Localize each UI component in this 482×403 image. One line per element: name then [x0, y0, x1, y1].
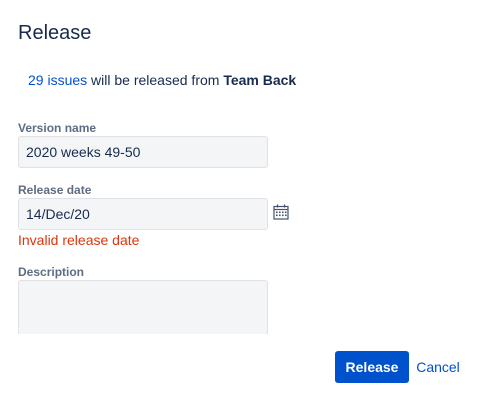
- release-dialog: Release 29 issues will be released from …: [0, 0, 482, 403]
- summary-text: will be released from: [87, 72, 224, 88]
- issues-link[interactable]: 29 issues: [28, 72, 87, 88]
- version-name-label: Version name: [18, 121, 97, 135]
- release-button[interactable]: Release: [335, 351, 409, 383]
- team-name: Team Back: [223, 72, 297, 88]
- version-name-input[interactable]: [18, 136, 268, 168]
- description-textarea[interactable]: [18, 280, 268, 334]
- description-label: Description: [18, 265, 85, 279]
- release-date-label: Release date: [18, 183, 92, 197]
- description-container: [0, 280, 482, 334]
- release-date-input[interactable]: [18, 198, 268, 230]
- dialog-title: Release: [18, 22, 92, 44]
- calendar-icon[interactable]: [272, 203, 290, 221]
- release-summary: 29 issues will be released from Team Bac…: [28, 70, 296, 90]
- cancel-button[interactable]: Cancel: [412, 351, 464, 383]
- release-date-error: Invalid release date: [18, 232, 140, 248]
